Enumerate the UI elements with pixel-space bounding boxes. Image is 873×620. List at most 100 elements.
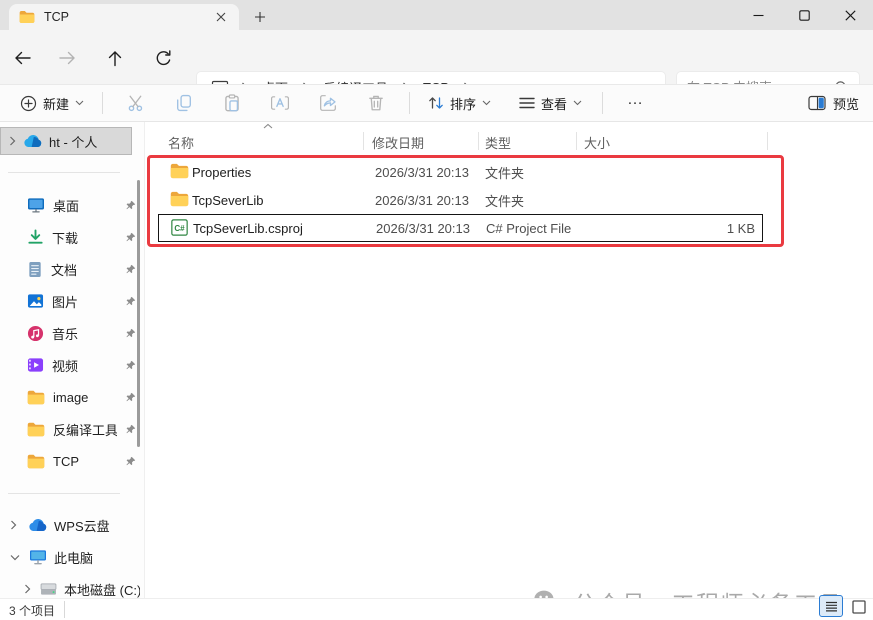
- sidebar-item-music[interactable]: 音乐: [10, 320, 136, 346]
- icons-view-toggle[interactable]: [849, 599, 869, 615]
- sidebar-item-image-folder[interactable]: image: [10, 384, 136, 410]
- back-button[interactable]: [12, 47, 34, 69]
- sidebar-item-desktop[interactable]: 桌面: [10, 192, 136, 218]
- pin-icon: [125, 232, 136, 243]
- sidebar-item-decompile-tools[interactable]: 反编译工具: [10, 416, 136, 442]
- pin-icon: [125, 200, 136, 211]
- sort-button[interactable]: 排序: [420, 89, 499, 118]
- copy-button[interactable]: [165, 89, 203, 117]
- details-view-toggle[interactable]: [819, 595, 843, 617]
- column-header-date[interactable]: 修改日期: [372, 133, 424, 152]
- computer-icon: [29, 549, 47, 565]
- column-header-name[interactable]: 名称: [168, 133, 194, 152]
- pin-icon: [125, 392, 136, 403]
- sidebar-item-label: 图片: [52, 292, 117, 311]
- cut-icon: [127, 94, 145, 112]
- column-header-type[interactable]: 类型: [485, 133, 511, 152]
- sidebar-item-label: 本地磁盘 (C:): [64, 580, 140, 599]
- file-type: 文件夹: [485, 163, 524, 182]
- file-size: 1 KB: [727, 221, 755, 236]
- sidebar-item-label: image: [53, 390, 117, 405]
- folder-icon: [27, 390, 45, 405]
- file-type: 文件夹: [485, 191, 524, 210]
- rename-button[interactable]: [261, 89, 299, 117]
- document-icon: [27, 261, 43, 278]
- navigation-bar: 桌面 反编译工具 TCP: [0, 30, 873, 84]
- up-button[interactable]: [104, 47, 126, 69]
- column-divider[interactable]: [767, 132, 768, 150]
- new-button-label: 新建: [43, 94, 69, 113]
- share-button[interactable]: [309, 89, 347, 117]
- sidebar-scrollbar[interactable]: [137, 180, 140, 447]
- view-button-label: 查看: [541, 94, 567, 113]
- more-options-button[interactable]: …: [613, 91, 659, 115]
- sidebar-item-label: 反编译工具: [53, 420, 117, 439]
- pin-icon: [125, 296, 136, 307]
- sidebar-item-pictures[interactable]: 图片: [10, 288, 136, 314]
- new-tab-button[interactable]: [250, 7, 270, 27]
- close-button[interactable]: [827, 0, 873, 30]
- file-row-tcpseverlib-csproj[interactable]: C# TcpSeverLib.csproj 2026/3/31 20:13 C#…: [158, 214, 763, 242]
- refresh-button[interactable]: [152, 47, 174, 69]
- view-button[interactable]: 查看: [511, 89, 590, 118]
- maximize-button[interactable]: [781, 0, 827, 30]
- sidebar-divider: [8, 493, 120, 494]
- file-explorer-window: TCP: [0, 0, 873, 620]
- pin-icon: [125, 360, 136, 371]
- chevron-right-icon[interactable]: [10, 520, 17, 530]
- forward-button[interactable]: [56, 47, 78, 69]
- column-divider[interactable]: [363, 132, 364, 150]
- toolbar-separator: [602, 92, 603, 114]
- column-header-size[interactable]: 大小: [584, 133, 610, 152]
- sidebar-item-label: 下载: [52, 228, 117, 247]
- folder-icon: [19, 10, 35, 24]
- sidebar-item-this-pc[interactable]: 此电脑: [0, 544, 140, 570]
- folder-icon: [170, 163, 189, 179]
- folder-icon: [27, 422, 45, 437]
- column-divider[interactable]: [576, 132, 577, 150]
- chevron-down-icon: [482, 100, 491, 106]
- column-divider[interactable]: [478, 132, 479, 150]
- status-divider: [64, 601, 65, 618]
- cut-button[interactable]: [117, 89, 155, 117]
- file-list-pane: 名称 修改日期 类型 大小 Properties 2026/3/31 20:13…: [145, 122, 873, 598]
- window-controls: [735, 0, 873, 30]
- paste-button[interactable]: [213, 89, 251, 117]
- videos-icon: [27, 357, 44, 373]
- chevron-right-icon[interactable]: [9, 136, 16, 146]
- tab-close-icon[interactable]: [213, 9, 229, 25]
- sidebar-item-label: WPS云盘: [54, 516, 140, 535]
- sidebar-item-wps-cloud[interactable]: WPS云盘: [0, 512, 140, 538]
- preview-button[interactable]: 预览: [808, 94, 859, 113]
- sidebar-item-tcp[interactable]: TCP: [10, 448, 136, 474]
- file-name: TcpSeverLib.csproj: [193, 221, 303, 236]
- new-button[interactable]: 新建: [12, 89, 92, 118]
- sidebar-item-label: 文档: [51, 260, 117, 279]
- delete-button[interactable]: [357, 89, 395, 117]
- sidebar-item-label: ht - 个人: [49, 132, 131, 151]
- chevron-right-icon[interactable]: [24, 584, 31, 594]
- file-row-tcpseverlib[interactable]: TcpSeverLib 2026/3/31 20:13 文件夹: [158, 186, 763, 214]
- file-row-properties[interactable]: Properties 2026/3/31 20:13 文件夹: [158, 158, 763, 186]
- sort-button-label: 排序: [450, 94, 476, 113]
- copy-icon: [175, 94, 193, 112]
- svg-text:C#: C#: [174, 224, 185, 233]
- paste-icon: [223, 94, 241, 112]
- chevron-down-icon[interactable]: [10, 554, 20, 561]
- explorer-tab[interactable]: TCP: [9, 4, 239, 30]
- sidebar-item-documents[interactable]: 文档: [10, 256, 136, 282]
- file-type: C# Project File: [486, 221, 571, 236]
- sort-icon: [428, 95, 444, 111]
- csharp-project-icon: C#: [171, 219, 188, 236]
- minimize-button[interactable]: [735, 0, 781, 30]
- sidebar-item-label: 视频: [52, 356, 117, 375]
- file-date: 2026/3/31 20:13: [375, 193, 469, 208]
- desktop-icon: [27, 197, 45, 213]
- sidebar-item-videos[interactable]: 视频: [10, 352, 136, 378]
- title-bar: TCP: [0, 0, 873, 30]
- sidebar-item-downloads[interactable]: 下载: [10, 224, 136, 250]
- sidebar-item-onedrive-profile[interactable]: ht - 个人: [0, 127, 132, 155]
- pin-icon: [125, 328, 136, 339]
- folder-icon: [170, 191, 189, 207]
- file-date: 2026/3/31 20:13: [376, 221, 470, 236]
